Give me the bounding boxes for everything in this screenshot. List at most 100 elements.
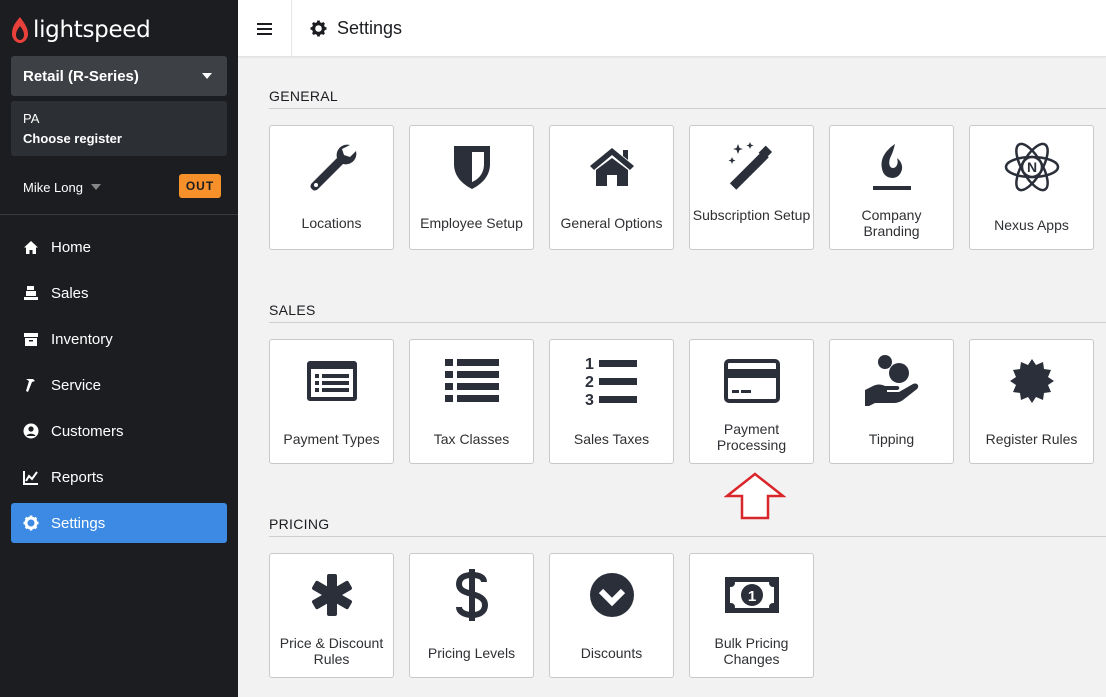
dollar-icon: [455, 569, 488, 621]
user-circle-icon: [22, 422, 40, 440]
svg-text:2: 2: [585, 374, 594, 391]
tile-label: Register Rules: [985, 431, 1078, 447]
credit-card-icon: [723, 359, 780, 403]
tile-label: Locations: [301, 215, 362, 231]
logo-text: lightspeed: [33, 17, 151, 43]
magic-wand-icon: [728, 142, 772, 190]
header-bar: Settings: [238, 0, 1106, 57]
clock-status-badge[interactable]: OUT: [179, 174, 221, 198]
flame-icon: [872, 144, 911, 190]
tile-label: Employee Setup: [420, 215, 523, 231]
caret-down-icon: [202, 73, 212, 79]
sidebar: lightspeed Retail (R-Series) PA Choose r…: [0, 0, 238, 697]
home-icon: [22, 238, 40, 256]
tile-label: Pricing Levels: [427, 645, 516, 661]
sidebar-item-label: Inventory: [51, 330, 113, 348]
tile-label: Nexus Apps: [994, 217, 1069, 233]
tile-label: Price & Discount Rules: [279, 635, 384, 667]
chevron-circle-icon: [589, 573, 634, 617]
svg-text:1: 1: [747, 588, 755, 605]
lightspeed-logo[interactable]: lightspeed: [11, 14, 151, 46]
shield-icon: [453, 146, 490, 189]
tile-general-options[interactable]: General Options: [549, 125, 674, 250]
sidebar-item-label: Reports: [51, 468, 104, 486]
svg-text:N: N: [1026, 159, 1036, 175]
section-divider: [269, 536, 1106, 537]
annotation-up-arrow: [724, 472, 786, 520]
tile-payment-processing[interactable]: Payment Processing: [689, 339, 814, 464]
page-heading: Settings: [310, 0, 402, 57]
home-icon: [589, 148, 634, 186]
store-selector-label: Retail (R-Series): [23, 67, 139, 85]
list-card-icon: [306, 361, 357, 401]
store-selector[interactable]: Retail (R-Series): [11, 56, 227, 96]
numbered-list-icon: 123: [585, 356, 637, 408]
tile-label: Subscription Setup: [692, 207, 811, 223]
tile-sales-taxes[interactable]: 123 Sales Taxes: [549, 339, 674, 464]
register-location: PA: [23, 111, 40, 126]
archive-icon: [22, 330, 40, 348]
tile-employee-setup[interactable]: Employee Setup: [409, 125, 534, 250]
tile-label: Tipping: [868, 431, 915, 447]
section-title-general: GENERAL: [269, 88, 339, 104]
tile-tax-classes[interactable]: Tax Classes: [409, 339, 534, 464]
user-name: Mike Long: [23, 179, 83, 195]
list-icon: [444, 359, 499, 402]
section-divider: [269, 108, 1106, 109]
hand-coins-icon: [864, 355, 918, 406]
tile-label: Discounts: [580, 645, 643, 661]
user-menu[interactable]: Mike Long OUT: [23, 174, 221, 198]
tile-label: Sales Taxes: [573, 431, 650, 447]
section-divider: [269, 322, 1106, 323]
sidebar-item-inventory[interactable]: Inventory: [11, 319, 227, 359]
atom-icon: N: [1004, 142, 1059, 192]
flame-logo-icon: [12, 17, 28, 43]
section-title-pricing: PRICING: [269, 516, 330, 532]
tile-price-discount-rules[interactable]: Price & Discount Rules: [269, 553, 394, 678]
sidebar-item-customers[interactable]: Customers: [11, 411, 227, 451]
svg-text:3: 3: [585, 392, 594, 408]
sidebar-item-service[interactable]: Service: [11, 365, 227, 405]
tile-locations[interactable]: Locations: [269, 125, 394, 250]
wrench-icon: [310, 144, 356, 191]
sidebar-divider: [0, 214, 238, 215]
tile-company-branding[interactable]: Company Branding: [829, 125, 954, 250]
sidebar-item-reports[interactable]: Reports: [11, 457, 227, 497]
gear-icon: [310, 20, 327, 37]
tile-pricing-levels[interactable]: Pricing Levels: [409, 553, 534, 678]
section-title-sales: SALES: [269, 302, 316, 318]
register-selector[interactable]: PA Choose register: [11, 101, 227, 156]
sidebar-item-label: Service: [51, 376, 102, 394]
hamburger-menu-button[interactable]: [238, 0, 292, 57]
hammer-icon: [22, 376, 40, 394]
svg-text:1: 1: [585, 356, 594, 373]
caret-down-icon: [90, 184, 101, 190]
sidebar-item-home[interactable]: Home: [11, 227, 227, 267]
cash-register-icon: [22, 284, 40, 302]
certificate-icon: [1009, 359, 1054, 403]
tile-label: Payment Processing: [716, 421, 787, 453]
gear-icon: [22, 514, 40, 532]
hamburger-icon: [257, 22, 272, 35]
tile-discounts[interactable]: Discounts: [549, 553, 674, 678]
tile-bulk-pricing-changes[interactable]: 1 Bulk Pricing Changes: [689, 553, 814, 678]
sidebar-item-label: Settings: [51, 514, 106, 532]
choose-register-link[interactable]: Choose register: [23, 128, 215, 149]
chart-line-icon: [22, 468, 40, 486]
tile-subscription-setup[interactable]: Subscription Setup: [689, 125, 814, 250]
tile-nexus-apps[interactable]: N Nexus Apps: [969, 125, 1094, 250]
money-bill-icon: 1: [724, 577, 779, 613]
tile-label: General Options: [560, 215, 663, 231]
tile-label: Payment Types: [283, 431, 380, 447]
tile-label: Bulk Pricing Changes: [714, 635, 789, 667]
sidebar-item-label: Sales: [51, 284, 89, 302]
asterisk-icon: [311, 574, 352, 616]
sidebar-item-label: Home: [51, 238, 92, 256]
page-title: Settings: [337, 18, 403, 38]
tile-label: Company Branding: [861, 207, 922, 239]
sidebar-item-sales[interactable]: Sales: [11, 273, 227, 313]
tile-register-rules[interactable]: Register Rules: [969, 339, 1094, 464]
tile-tipping[interactable]: Tipping: [829, 339, 954, 464]
sidebar-item-settings[interactable]: Settings: [11, 503, 227, 543]
tile-payment-types[interactable]: Payment Types: [269, 339, 394, 464]
